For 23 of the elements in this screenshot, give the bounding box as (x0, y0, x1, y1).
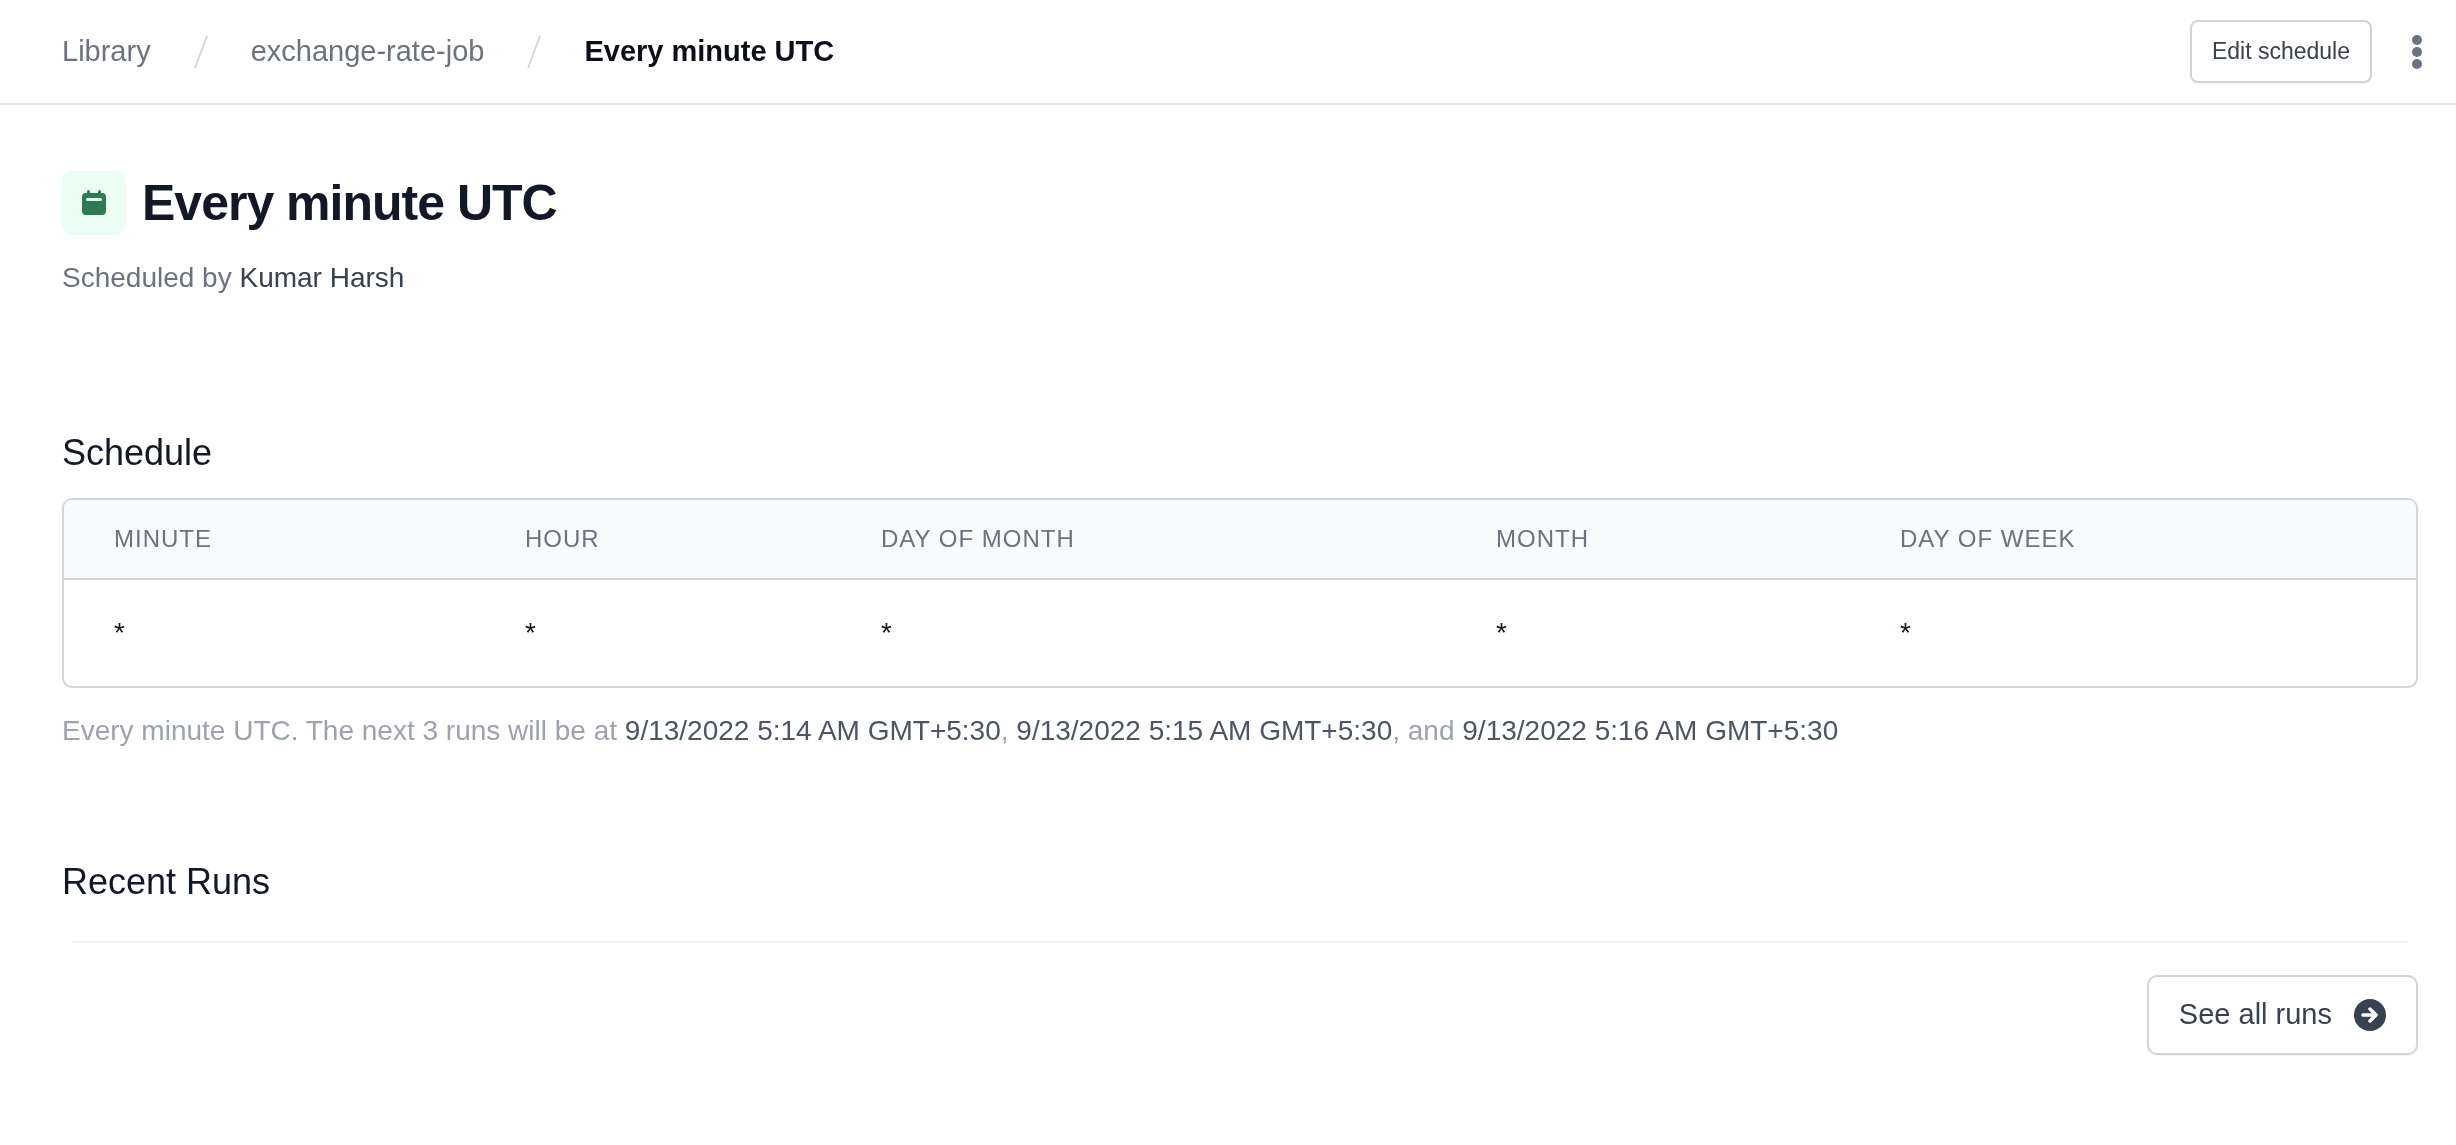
more-options-icon[interactable] (2410, 32, 2424, 71)
schedule-description: Every minute UTC. The next 3 runs will be at 9/13/2022 5:14 AM GMT+5:30, 9/13/2022 5:15 AM GMT+5:30, and 9/13/2022 5:16 AM GMT+5:30 (62, 714, 1840, 749)
see-all-runs-button[interactable]: See all runs (2146, 975, 2418, 1055)
column-header: DAY OF WEEK (1900, 524, 2076, 555)
table-cell-text: * (1496, 616, 1507, 651)
breadcrumb-current: Every minute UTC (584, 33, 835, 69)
column-header: MONTH (1496, 524, 1589, 555)
table-cell-text: * (114, 616, 125, 651)
arrow-right-circle-icon (2354, 999, 2386, 1032)
page-title: Every minute UTC (142, 174, 557, 233)
breadcrumb-link[interactable]: Library (62, 29, 151, 74)
scheduled-by-text: Scheduled by Kumar Harsh (62, 261, 406, 295)
column-header: MINUTE (114, 524, 212, 555)
table-cell-text: * (1900, 616, 1911, 651)
column-header: HOUR (525, 524, 600, 555)
breadcrumb-link[interactable]: exchange-rate-job (250, 29, 485, 74)
table-cell-text: * (525, 616, 536, 651)
calendar-icon (62, 171, 126, 235)
section-heading: Schedule (62, 431, 214, 475)
edit-schedule-button[interactable]: Edit schedule (2189, 20, 2372, 83)
section-heading: Recent Runs (62, 860, 272, 904)
table-cell-text: * (881, 616, 892, 651)
column-header: DAY OF MONTH (881, 524, 1075, 555)
